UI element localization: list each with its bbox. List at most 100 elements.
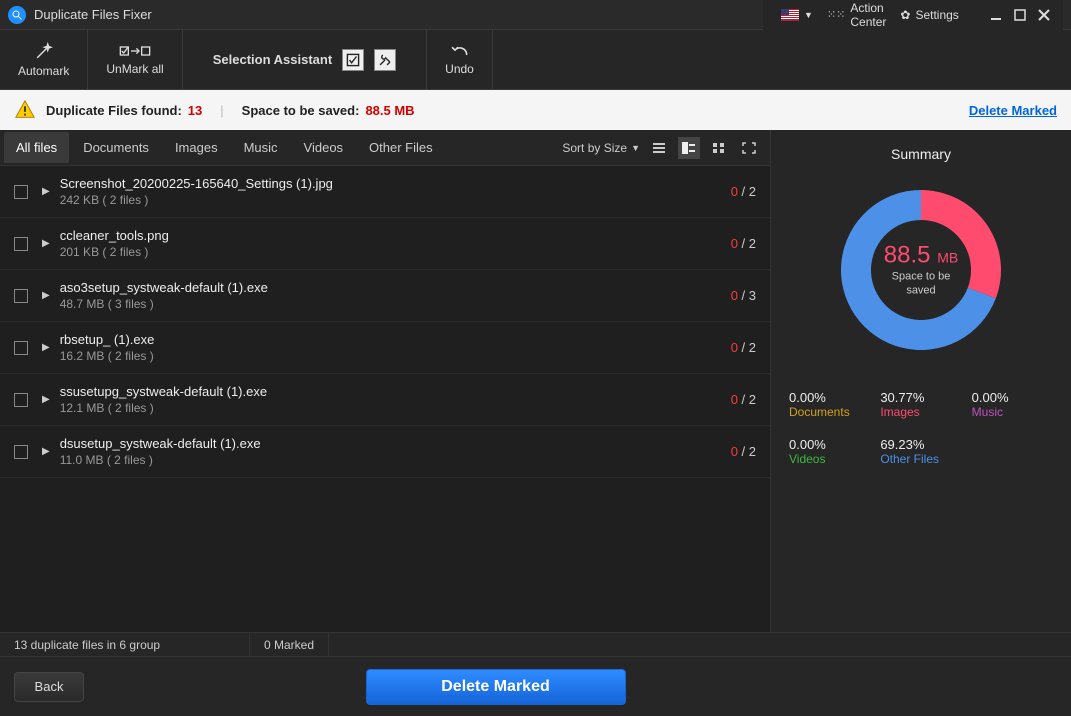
view-detail-button[interactable] [678,137,700,159]
row-checkbox[interactable] [14,341,28,355]
file-name: ccleaner_tools.png [60,228,731,243]
legend-label: Music [972,405,1053,419]
delete-marked-button[interactable]: Delete Marked [366,669,626,705]
sort-label: Sort by Size [562,141,627,155]
file-count: 0 / 2 [731,392,756,407]
row-checkbox[interactable] [14,237,28,251]
legend-item: 0.00%Music [972,390,1053,419]
legend-pct: 0.00% [789,390,870,405]
delete-marked-link[interactable]: Delete Marked [969,103,1057,118]
space-value: 88.5 MB [365,103,414,118]
tab-other-files[interactable]: Other Files [357,132,445,163]
file-group-row[interactable]: ▶rbsetup_ (1).exe16.2 MB ( 2 files )0 / … [0,322,770,374]
row-checkbox[interactable] [14,289,28,303]
file-count: 0 / 2 [731,444,756,459]
language-flag[interactable]: ▼ [781,9,813,21]
expand-icon[interactable]: ▶ [42,186,50,197]
minimize-button[interactable] [989,8,1003,22]
file-list[interactable]: ▶Screenshot_20200225-165640_Settings (1)… [0,166,770,632]
flag-us-icon [781,9,799,21]
legend-item: 0.00%Documents [789,390,870,419]
expand-icon[interactable]: ▶ [42,446,50,457]
found-count: 13 [188,103,202,118]
selection-assistant-label: Selection Assistant [213,52,332,67]
file-group-row[interactable]: ▶ ssusetupg_systweak-default (1).exe 12.1 … [0,374,770,426]
donut-chart: 88.5 MB Space to be saved [831,180,1011,360]
file-group-row[interactable]: ▶Screenshot_20200225-165640_Settings (1)… [0,166,770,218]
assistant-mark-button[interactable] [342,49,364,71]
app-title: Duplicate Files Fixer [34,7,763,22]
file-name: dsusetup_systweak-default (1).exe [60,436,731,451]
file-count: 0 / 2 [731,184,756,199]
unmark-icon [119,44,151,58]
file-size: 48.7 MB ( 3 files ) [60,297,731,311]
wand-icon [35,42,53,60]
separator: | [220,103,223,118]
tab-all-files[interactable]: All files [4,132,69,163]
settings-label: Settings [915,8,958,22]
summary-panel: Summary 88.5 MB Space to be saved 0.00%D… [771,130,1071,632]
undo-label: Undo [445,62,474,76]
unmark-all-button[interactable]: UnMark all [88,30,182,89]
undo-button[interactable]: Undo [427,30,493,89]
donut-sub: Space to be saved [876,270,966,299]
unmark-label: UnMark all [106,62,163,76]
file-count: 0 / 2 [731,236,756,251]
tab-images[interactable]: Images [163,132,230,163]
action-center-label: Action Center [850,1,886,29]
legend-item: 0.00%Videos [789,437,870,466]
tab-documents[interactable]: Documents [71,132,161,163]
summary-title: Summary [789,146,1053,162]
donut-value: 88.5 MB [876,242,966,270]
row-checkbox[interactable] [14,445,28,459]
close-button[interactable] [1037,8,1051,22]
expand-icon[interactable]: ▶ [42,238,50,249]
file-group-row[interactable]: ▶aso3setup_systweak-default (1).exe48.7 … [0,270,770,322]
chevron-down-icon: ▼ [631,143,640,153]
legend-pct: 30.77% [880,390,961,405]
tab-videos[interactable]: Videos [292,132,356,163]
expand-icon[interactable]: ▶ [42,342,50,353]
back-button[interactable]: Back [14,672,84,702]
file-group-row[interactable]: ▶dsusetup_systweak-default (1).exe11.0 M… [0,426,770,478]
tab-music[interactable]: Music [232,132,290,163]
legend-label: Images [880,405,961,419]
results-panel: All filesDocumentsImagesMusicVideosOther… [0,130,771,632]
status-marked-count: 0 Marked [250,633,329,656]
action-center-button[interactable]: ⁙⁙ Action Center [827,1,886,29]
automark-label: Automark [18,64,69,78]
legend-item: 69.23%Other Files [880,437,961,466]
file-name: rbsetup_ (1).exe [60,332,731,347]
found-label: Duplicate Files found: [46,103,182,118]
undo-icon [450,44,470,58]
assistant-tools-button[interactable] [374,49,396,71]
file-group-row[interactable]: ▶ccleaner_tools.png201 KB ( 2 files )0 /… [0,218,770,270]
bottom-bar: Back Delete Marked [0,656,1071,716]
status-bar: 13 duplicate files in 6 group 0 Marked [0,632,1071,656]
expand-icon[interactable]: ▶ [42,290,50,301]
space-label: Space to be saved: [242,103,360,118]
settings-button[interactable]: ✿ Settings [900,8,958,22]
filter-tabs: All filesDocumentsImagesMusicVideosOther… [0,130,770,166]
file-name: ssusetupg_systweak-default (1).exe [60,384,731,399]
chart-legend: 0.00%Documents30.77%Images0.00%Music0.00… [789,390,1053,466]
view-list-button[interactable] [648,137,670,159]
file-size: 242 KB ( 2 files ) [60,193,731,207]
app-logo-icon [8,6,26,24]
row-checkbox[interactable] [14,393,28,407]
sort-dropdown[interactable]: Sort by Size ▼ [562,141,640,155]
file-size: 12.1 MB ( 2 files ) [60,401,731,415]
grid-icon: ⁙⁙ [827,8,845,21]
legend-label: Documents [789,405,870,419]
legend-pct: 69.23% [880,437,961,452]
view-grid-button[interactable] [708,137,730,159]
legend-pct: 0.00% [972,390,1053,405]
expand-icon[interactable]: ▶ [42,394,50,405]
automark-button[interactable]: Automark [0,30,88,89]
row-checkbox[interactable] [14,185,28,199]
fullscreen-button[interactable] [738,137,760,159]
toolbar: Automark UnMark all Selection Assistant … [0,30,1071,90]
warning-icon [14,99,36,121]
selection-assistant: Selection Assistant [183,30,427,89]
maximize-button[interactable] [1013,8,1027,22]
